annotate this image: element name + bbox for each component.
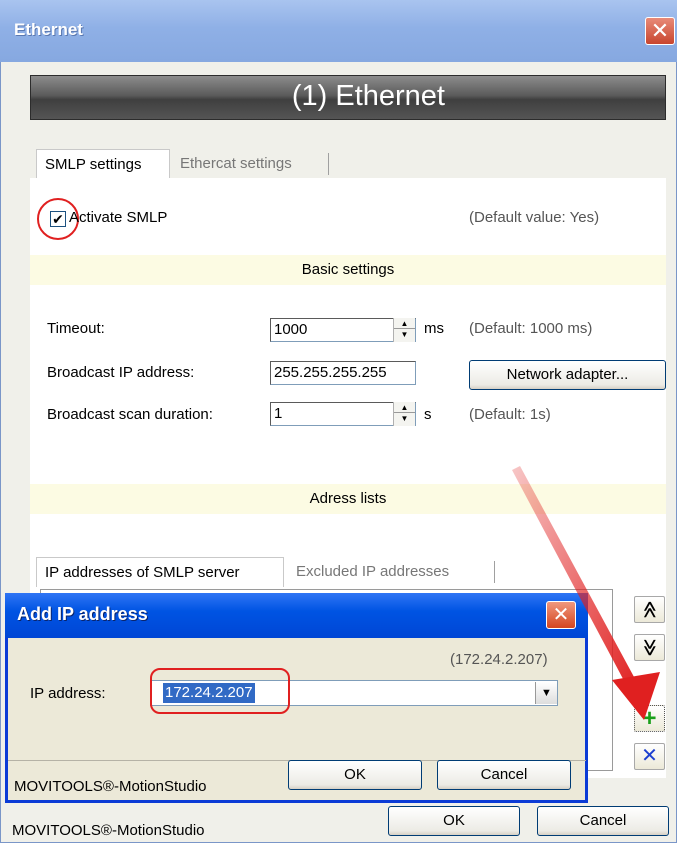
- tab-smlp-settings[interactable]: SMLP settings: [36, 149, 170, 179]
- tab-ethercat-settings[interactable]: Ethercat settings: [172, 149, 324, 179]
- dialog-ip-hint: (172.24.2.207): [450, 651, 548, 668]
- device-banner-text: (1) Ethernet: [291, 80, 445, 112]
- window-close-button[interactable]: ✕: [645, 17, 675, 45]
- timeout-value: 1000: [274, 321, 308, 338]
- dialog-ok-button[interactable]: OK: [288, 760, 422, 790]
- tab-separator: [328, 153, 329, 175]
- timeout-label: Timeout:: [47, 320, 105, 337]
- stepper-down-icon[interactable]: ▼: [394, 329, 415, 340]
- window-titlebar[interactable]: [0, 0, 677, 62]
- scan-duration-unit: s: [424, 406, 432, 423]
- stepper-up-icon[interactable]: ▲: [394, 318, 415, 329]
- activate-smlp-label: Activate SMLP: [69, 209, 168, 226]
- close-icon: ✕: [552, 604, 570, 626]
- dialog-close-button[interactable]: ✕: [546, 601, 576, 629]
- basic-settings-header: Basic settings: [30, 255, 666, 285]
- tab-excluded-ips[interactable]: Excluded IP addresses: [288, 557, 488, 587]
- delete-icon: ✕: [641, 745, 658, 767]
- dialog-title: Add IP address: [17, 604, 148, 624]
- scan-duration-label: Broadcast scan duration:: [47, 406, 213, 423]
- close-icon: ✕: [650, 18, 670, 43]
- tab-smlp-server-ips[interactable]: IP addresses of SMLP server: [36, 557, 284, 587]
- dialog-ip-label: IP address:: [30, 685, 106, 702]
- stepper-down-icon[interactable]: ▼: [394, 413, 415, 424]
- address-lists-header: Adress lists: [30, 484, 666, 514]
- timeout-default: (Default: 1000 ms): [469, 320, 593, 337]
- scan-duration-stepper[interactable]: ▲ ▼: [393, 402, 415, 426]
- add-ip-button[interactable]: +: [634, 705, 665, 732]
- remove-ip-button[interactable]: ✕: [634, 743, 665, 770]
- scan-duration-value: 1: [274, 405, 283, 422]
- timeout-stepper[interactable]: ▲ ▼: [393, 318, 415, 342]
- stepper-up-icon[interactable]: ▲: [394, 402, 415, 413]
- address-lists-tabstrip: IP addresses of SMLP server Excluded IP …: [36, 557, 506, 587]
- cancel-button[interactable]: Cancel: [537, 806, 669, 836]
- ok-button[interactable]: OK: [388, 806, 520, 836]
- move-up-button[interactable]: ≪: [634, 596, 665, 623]
- dialog-footer-brand: MOVITOOLS®-MotionStudio: [14, 778, 207, 795]
- device-banner: (1) Ethernet: [30, 75, 666, 120]
- window-footer-brand: MOVITOOLS®-MotionStudio: [12, 822, 205, 839]
- network-adapter-button[interactable]: Network adapter...: [469, 360, 666, 390]
- highlight-rect: [150, 668, 290, 714]
- plus-icon: +: [642, 705, 657, 732]
- timeout-unit: ms: [424, 320, 444, 337]
- chevron-down-icon[interactable]: ▼: [535, 682, 557, 704]
- move-down-icon: ≫: [639, 638, 659, 657]
- activate-smlp-default: (Default value: Yes): [469, 209, 600, 226]
- window-title: Ethernet: [14, 20, 83, 39]
- dialog-cancel-button[interactable]: Cancel: [437, 760, 571, 790]
- settings-tabstrip: SMLP settings Ethercat settings: [36, 149, 436, 179]
- broadcast-ip-value: 255.255.255.255: [274, 364, 387, 381]
- scan-duration-default: (Default: 1s): [469, 406, 551, 423]
- move-up-icon: ≪: [639, 600, 659, 619]
- broadcast-ip-input[interactable]: 255.255.255.255: [270, 361, 416, 385]
- move-down-button[interactable]: ≫: [634, 634, 665, 661]
- broadcast-ip-label: Broadcast IP address:: [47, 364, 195, 381]
- tab-separator: [494, 561, 495, 583]
